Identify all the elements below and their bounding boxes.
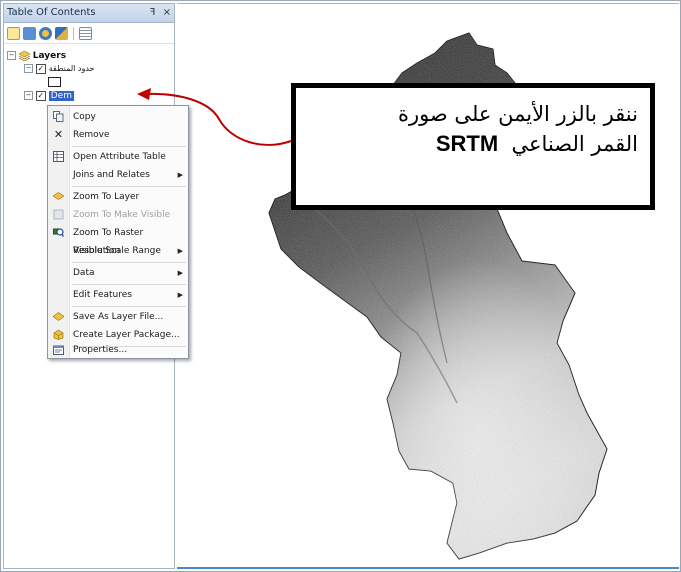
polygon-symbol-icon	[48, 77, 61, 87]
layer-visibility-checkbox[interactable]: ✓	[35, 63, 46, 74]
layer-visibility-checkbox[interactable]: ✓	[35, 90, 46, 101]
list-by-drawing-order-icon[interactable]	[7, 26, 20, 40]
menu-separator	[72, 306, 186, 307]
zoom-raster-icon	[53, 228, 64, 237]
menu-item-zoom-to-make-visible: Zoom To Make Visible	[48, 206, 188, 224]
submenu-arrow-icon: ▶	[177, 171, 183, 179]
save-layer-icon	[53, 312, 64, 321]
menu-item-label: Zoom To Make Visible	[73, 210, 171, 220]
layer-context-menu: Copy ✕ Remove Open Attribute Table Joins…	[47, 105, 189, 359]
menu-item-label: Open Attribute Table	[73, 152, 166, 162]
map-top-border	[177, 3, 679, 4]
menu-separator	[72, 284, 186, 285]
callout-line-2-text: القمر الصناعي	[511, 132, 638, 156]
submenu-arrow-icon: ▶	[177, 291, 183, 299]
layers-label: Layers	[32, 51, 67, 61]
menu-item-label: Visible Scale Range	[73, 246, 161, 256]
menu-item-label: Data	[73, 268, 95, 278]
menu-item-visible-scale-range[interactable]: Visible Scale Range ▶	[48, 242, 188, 260]
menu-item-zoom-to-raster-resolution[interactable]: Zoom To Raster Resolution	[48, 224, 188, 256]
copy-icon	[53, 111, 64, 122]
layer-name-dem[interactable]: Dem	[48, 91, 74, 101]
menu-item-copy[interactable]: Copy	[48, 108, 188, 126]
pin-icon[interactable]: ꟻ	[150, 7, 156, 18]
toolbar-separator	[73, 26, 74, 40]
menu-item-save-as-layer-file[interactable]: Save As Layer File...	[48, 308, 188, 326]
menu-item-remove[interactable]: ✕ Remove	[48, 126, 188, 144]
remove-icon: ✕	[53, 128, 64, 141]
submenu-arrow-icon: ▶	[177, 247, 183, 255]
menu-item-label: Joins and Relates	[73, 170, 150, 180]
menu-separator	[72, 146, 186, 147]
menu-item-label: Copy	[73, 112, 96, 122]
list-by-source-icon[interactable]	[23, 26, 36, 40]
menu-item-edit-features[interactable]: Edit Features ▶	[48, 286, 188, 304]
collapse-icon[interactable]: −	[24, 64, 33, 73]
submenu-arrow-icon: ▶	[177, 269, 183, 277]
toc-title-bar: Table Of Contents ꟻ ×	[4, 4, 174, 23]
list-by-selection-icon[interactable]	[55, 26, 68, 40]
zoom-to-layer-icon	[53, 192, 64, 200]
menu-item-data[interactable]: Data ▶	[48, 264, 188, 282]
menu-separator	[72, 186, 186, 187]
menu-item-open-attribute-table[interactable]: Open Attribute Table	[48, 148, 188, 166]
callout-srtm: SRTM	[435, 131, 499, 156]
menu-item-label: Save As Layer File...	[73, 312, 164, 322]
map-bottom-border	[177, 567, 679, 569]
collapse-icon[interactable]: −	[24, 91, 33, 100]
menu-item-label: Create Layer Package...	[73, 330, 180, 340]
layer-package-icon	[53, 329, 64, 340]
close-icon[interactable]: ×	[163, 7, 171, 18]
layer-name-boundary: حدود المنطقة	[48, 64, 95, 73]
menu-separator	[72, 262, 186, 263]
toc-toolbar	[4, 23, 174, 44]
annotation-callout: ننقر بالزر الأيمن على صورة القمر الصناعي…	[291, 83, 655, 210]
menu-item-properties[interactable]: Properties...	[48, 342, 188, 358]
menu-item-label: Zoom To Layer	[73, 192, 140, 202]
layer-row-boundary[interactable]: − ✓ حدود المنطقة	[24, 63, 94, 75]
menu-item-joins-and-relates[interactable]: Joins and Relates ▶	[48, 166, 188, 184]
menu-item-label: Edit Features	[73, 290, 132, 300]
layers-group-row[interactable]: − Layers	[7, 50, 66, 62]
toc-title: Table Of Contents	[7, 7, 96, 18]
callout-line-1: ننقر بالزر الأيمن على صورة	[397, 102, 638, 126]
menu-item-label: Remove	[73, 130, 110, 140]
table-icon	[53, 151, 64, 162]
properties-icon	[53, 345, 64, 355]
menu-item-zoom-to-layer[interactable]: Zoom To Layer	[48, 188, 188, 206]
list-by-visibility-icon[interactable]	[39, 26, 52, 40]
collapse-icon[interactable]: −	[7, 51, 16, 60]
callout-line-2: القمر الصناعي SRTM	[306, 129, 638, 159]
zoom-visible-icon	[53, 209, 64, 220]
layers-icon	[18, 50, 30, 61]
options-icon[interactable]	[79, 26, 92, 40]
layer-row-dem[interactable]: − ✓ Dem	[24, 90, 74, 102]
arcmap-window: Table Of Contents ꟻ × − Layers − ✓ حدود …	[0, 0, 681, 572]
menu-item-label: Properties...	[73, 345, 128, 355]
